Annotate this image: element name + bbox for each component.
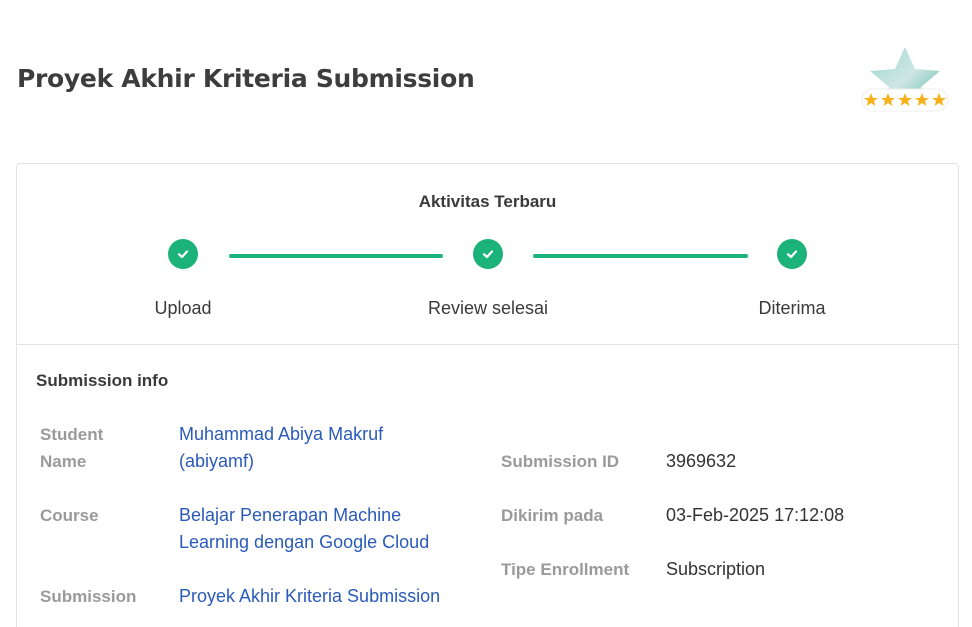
- course-line2: Learning dengan Google Cloud: [179, 532, 430, 552]
- step-accepted-check-icon: [777, 239, 807, 269]
- submission-id-value: 3969632: [666, 451, 737, 471]
- step-upload-check-icon: [168, 239, 198, 269]
- step-review-check-icon: [473, 239, 503, 269]
- enrollment-type-label: Tipe Enrollment: [501, 560, 630, 579]
- submission-id-label: Submission ID: [501, 452, 620, 471]
- step-connector-2: [533, 254, 748, 258]
- submission-info-title: Submission info: [36, 371, 169, 390]
- course-link[interactable]: Belajar Penerapan Machine Learning denga…: [179, 502, 429, 556]
- submission-card: Aktivitas Terbaru Upload Review selesai …: [16, 163, 959, 627]
- submission-label: Submission: [40, 587, 137, 606]
- sent-at-label: Dikirim pada: [501, 506, 604, 525]
- student-name-link[interactable]: Muhammad Abiya Makruf (abiyamf): [179, 421, 383, 475]
- step-label-upload: Upload: [154, 298, 212, 318]
- submission-link[interactable]: Proyek Akhir Kriteria Submission: [179, 583, 440, 610]
- student-name-line1: Muhammad Abiya Makruf: [179, 424, 384, 444]
- activity-title: Aktivitas Terbaru: [418, 192, 557, 211]
- student-name-label: Student Name: [40, 421, 103, 475]
- step-label-accepted: Diterima: [758, 298, 826, 318]
- section-divider: [17, 344, 958, 345]
- sent-at-value: 03-Feb-2025 17:12:08: [666, 505, 845, 525]
- student-name-label-line2: Name: [40, 452, 87, 471]
- course-label: Course: [40, 506, 99, 525]
- five-star-rating-badge-icon: [858, 45, 952, 121]
- student-name-label-line1: Student: [40, 425, 104, 444]
- enrollment-type-value: Subscription: [666, 559, 766, 579]
- course-line1: Belajar Penerapan Machine: [179, 505, 402, 525]
- student-name-line2: (abiyamf): [179, 451, 255, 471]
- page-title: Proyek Akhir Kriteria Submission: [17, 64, 475, 93]
- step-label-review: Review selesai: [427, 298, 549, 318]
- step-connector-1: [229, 254, 443, 258]
